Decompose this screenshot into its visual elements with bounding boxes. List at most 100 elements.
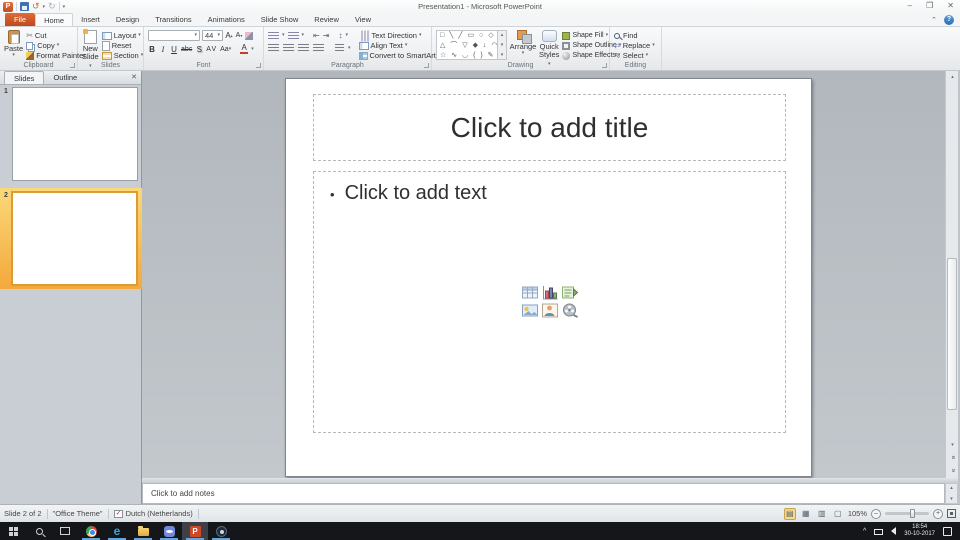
shapes-more-icon[interactable]: ▾ <box>501 52 504 58</box>
justify-icon[interactable] <box>313 44 324 52</box>
slide2-thumbnail[interactable] <box>11 191 138 286</box>
tab-slide-show[interactable]: Slide Show <box>253 13 307 26</box>
taskbar-chrome[interactable] <box>78 522 104 540</box>
numbering-dropdown-icon[interactable]: ▾ <box>302 33 305 38</box>
notes-scroll-up-icon[interactable]: ▴ <box>950 485 953 491</box>
tab-file[interactable]: File <box>5 13 35 26</box>
tab-insert[interactable]: Insert <box>73 13 108 26</box>
decrease-indent-icon[interactable]: ⇤ <box>313 31 320 40</box>
bullets-dropdown-icon[interactable]: ▾ <box>282 33 285 38</box>
arrange-button[interactable]: Arrange ▾ <box>510 30 536 60</box>
align-left-icon[interactable] <box>268 44 279 52</box>
help-icon[interactable]: ? <box>944 15 954 25</box>
zoom-slider-thumb[interactable] <box>910 509 915 518</box>
scroll-down-icon[interactable]: ▾ <box>946 439 959 450</box>
notes-scroll-down-icon[interactable]: ▾ <box>950 496 953 502</box>
undo-icon[interactable]: ↺ <box>32 2 40 11</box>
layout-button[interactable]: Layout ▾ <box>102 31 144 40</box>
change-case-button[interactable]: Aa▾ <box>220 44 231 54</box>
slide-sorter-view-button[interactable]: ▦ <box>800 508 812 520</box>
taskbar-discord[interactable] <box>156 522 182 540</box>
character-spacing-button[interactable]: AV <box>206 44 217 54</box>
font-color-button[interactable]: A <box>240 44 248 54</box>
tab-animations[interactable]: Animations <box>200 13 253 26</box>
minimize-ribbon-icon[interactable]: ⌃ <box>931 16 937 24</box>
insert-smartart-icon[interactable] <box>561 285 578 300</box>
shapes-row-1[interactable]: □ ╲ ╱ ▭ ○ ◇ <box>440 31 497 41</box>
insert-media-icon[interactable] <box>561 303 578 318</box>
strikethrough-button[interactable]: abc <box>181 44 192 54</box>
redo-icon[interactable]: ↻ <box>48 2 56 11</box>
italic-button[interactable]: I <box>159 44 167 54</box>
numbering-icon[interactable] <box>288 32 299 40</box>
font-size-dropdown-icon[interactable]: ▾ <box>217 33 220 38</box>
shapes-gallery-grid[interactable]: □ ╲ ╱ ▭ ○ ◇ △ ⌒ ▽ ◆ ↓ ◠ ☆ ∿ ◡ ( ) ✎ <box>436 30 498 60</box>
shapes-scroll-down-icon[interactable]: ▾ <box>501 42 504 48</box>
language-indicator[interactable]: Dutch (Netherlands) <box>126 509 193 518</box>
slide-indicator[interactable]: Slide 2 of 2 <box>4 509 42 518</box>
save-icon[interactable] <box>20 2 29 11</box>
drawing-dialog-launcher[interactable] <box>602 63 607 68</box>
paste-button[interactable]: Paste ▾ <box>4 30 23 60</box>
scrollbar-thumb[interactable] <box>947 258 957 410</box>
select-button[interactable]: ⇖ Select ▾ <box>614 51 655 60</box>
copy-button[interactable]: Copy ▾ <box>26 41 86 50</box>
section-dropdown-icon[interactable]: ▾ <box>141 53 144 58</box>
notes-scrollbar[interactable]: ▴ ▾ <box>945 483 958 504</box>
normal-view-button[interactable]: ▤ <box>784 508 796 520</box>
taskbar-search-button[interactable] <box>26 522 52 540</box>
close-pane-icon[interactable]: ✕ <box>131 73 137 81</box>
tab-slides-pane[interactable]: Slides <box>4 71 44 84</box>
convert-smartart-button[interactable]: Convert to SmartArt ▾ <box>359 51 441 60</box>
reset-button[interactable]: Reset <box>102 41 144 50</box>
paragraph-dialog-launcher[interactable] <box>424 63 429 68</box>
slideshow-view-button[interactable]: ▢ <box>832 508 844 520</box>
shapes-scroll-up-icon[interactable]: ▴ <box>501 32 504 38</box>
align-text-button[interactable]: Align Text ▾ <box>359 41 441 50</box>
taskbar-edge[interactable]: e <box>104 522 130 540</box>
line-spacing-dropdown-icon[interactable]: ▾ <box>345 33 348 38</box>
slide1-thumbnail[interactable] <box>12 87 138 181</box>
zoom-slider[interactable] <box>885 512 929 515</box>
tab-view[interactable]: View <box>347 13 379 26</box>
shapes-gallery[interactable]: □ ╲ ╱ ▭ ○ ◇ △ ⌒ ▽ ◆ ↓ ◠ ☆ ∿ ◡ ( ) ✎ ▴ ▾ … <box>436 30 507 60</box>
format-painter-button[interactable]: Format Painter <box>26 51 86 60</box>
close-button[interactable]: ✕ <box>947 0 954 12</box>
quick-styles-button[interactable]: Quick Styles ▾ <box>539 30 559 60</box>
tab-design[interactable]: Design <box>108 13 147 26</box>
columns-icon[interactable] <box>335 44 344 52</box>
insert-chart-icon[interactable] <box>541 285 558 300</box>
shapes-row-3[interactable]: ☆ ∿ ◡ ( ) ✎ <box>440 51 497 60</box>
text-direction-button[interactable]: Text Direction ▾ <box>359 31 441 40</box>
align-right-icon[interactable] <box>298 44 309 52</box>
font-color-dropdown-icon[interactable]: ▾ <box>251 47 254 52</box>
maximize-button[interactable]: ❐ <box>926 0 933 12</box>
zoom-level[interactable]: 105% <box>848 509 867 518</box>
paste-dropdown-icon[interactable]: ▾ <box>12 53 15 58</box>
taskbar-file-explorer[interactable] <box>130 522 156 540</box>
speaker-icon[interactable] <box>891 527 896 535</box>
title-placeholder[interactable]: Click to add title <box>313 94 786 161</box>
find-button[interactable]: Find <box>614 31 655 40</box>
notes-pane[interactable]: Click to add notes <box>142 483 945 504</box>
spell-check-icon[interactable] <box>114 510 123 518</box>
insert-picture-icon[interactable] <box>521 303 538 318</box>
vertical-scrollbar[interactable]: ▴ ▾ « » <box>945 71 958 478</box>
tray-clock[interactable]: 18:54 30-10-2017 <box>904 524 935 538</box>
taskbar-powerpoint[interactable]: P <box>182 522 208 540</box>
body-placeholder[interactable]: • Click to add text <box>313 171 786 433</box>
clipboard-dialog-launcher[interactable] <box>70 63 75 68</box>
task-view-button[interactable] <box>52 522 78 540</box>
clear-formatting-icon[interactable] <box>245 32 253 40</box>
undo-dropdown-icon[interactable]: ▾ <box>43 4 46 10</box>
insert-clipart-icon[interactable] <box>541 303 558 318</box>
zoom-out-button[interactable]: – <box>871 509 881 519</box>
layout-dropdown-icon[interactable]: ▾ <box>138 33 141 38</box>
tab-review[interactable]: Review <box>306 13 347 26</box>
copy-dropdown-icon[interactable]: ▾ <box>57 43 60 48</box>
line-spacing-icon[interactable]: ↕ <box>338 31 342 40</box>
start-button[interactable] <box>0 522 26 540</box>
cut-button[interactable]: ✂ Cut <box>26 31 86 40</box>
shapes-row-2[interactable]: △ ⌒ ▽ ◆ ↓ ◠ <box>440 41 497 51</box>
new-slide-button[interactable]: New Slide ▾ <box>82 30 99 60</box>
